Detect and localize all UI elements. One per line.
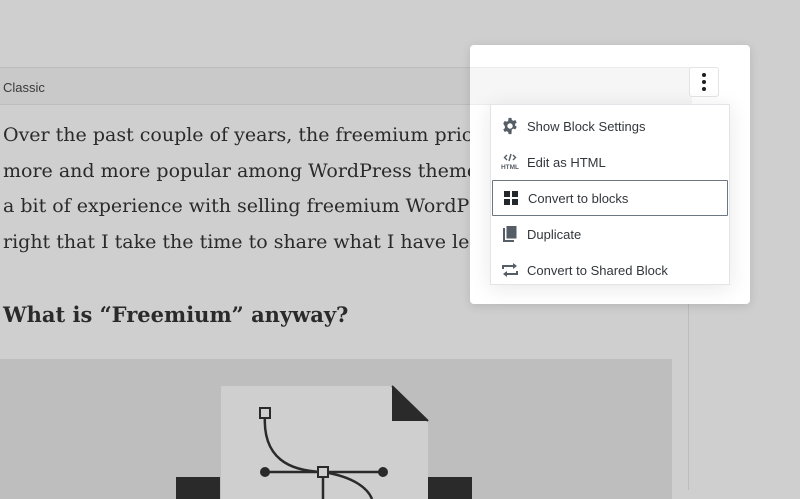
gear-icon [500,116,520,136]
menu-item-label: Convert to blocks [528,190,629,206]
grid-icon [501,188,521,208]
repeat-icon [500,260,520,280]
menu-item-label: Show Block Settings [527,118,646,134]
menu-item-label: Convert to Shared Block [527,262,668,278]
menu-item-edit-as-html[interactable]: HTML Edit as HTML [492,144,728,180]
html-icon: HTML [500,152,520,172]
section-heading: What is “Freemium” anyway? [3,302,349,327]
duplicate-icon [500,224,520,244]
menu-item-convert-to-blocks[interactable]: Convert to blocks [492,180,728,216]
menu-item-convert-to-shared-block[interactable]: Convert to Shared Block [492,252,728,288]
menu-item-label: Duplicate [527,226,582,242]
menu-item-label: Edit as HTML [527,154,606,170]
image-block[interactable] [0,359,672,499]
menu-item-show-block-settings[interactable]: Show Block Settings [492,108,728,144]
menu-item-duplicate[interactable]: Duplicate [492,216,728,252]
bezier-illustration [176,385,472,499]
vertical-ellipsis-icon [702,73,706,91]
block-settings-menu: Show Block Settings HTML Edit as HTML Co… [490,104,730,285]
html-icon-text: HTML [501,164,519,171]
popover-toolbar-strip [470,67,692,105]
block-type-label: Classic [3,80,45,95]
more-options-button[interactable] [689,67,719,97]
